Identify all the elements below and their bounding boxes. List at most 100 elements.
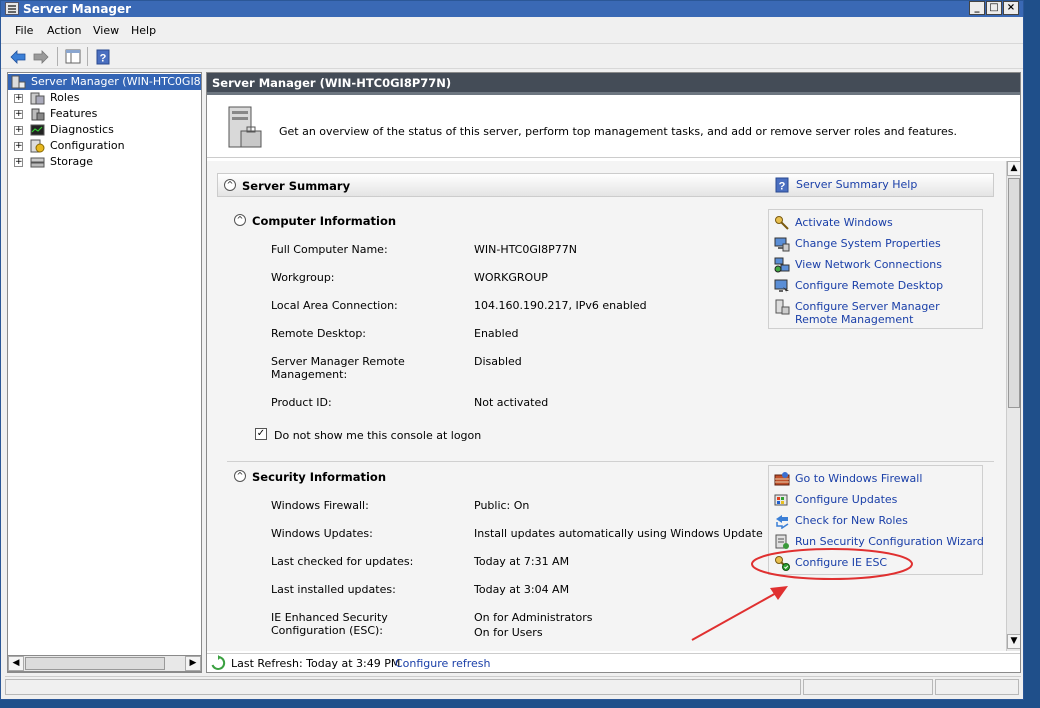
status-pane <box>5 679 801 695</box>
tree-horizontal-scrollbar[interactable]: ◀ ▶ <box>7 655 202 672</box>
prop-value: WIN-HTC0GI8P77N <box>474 243 577 256</box>
roles-icon <box>30 91 45 105</box>
panel-header: Server Manager (WIN-HTC0GI8P77N) <box>207 73 1020 95</box>
main-panel: Server Manager (WIN-HTC0GI8P77N) Get an … <box>206 72 1021 673</box>
computer-information-section: ^ Computer Information Full Computer Nam… <box>227 209 994 459</box>
server-manager-icon <box>774 299 790 315</box>
server-summary-title: Server Summary <box>242 179 351 193</box>
prop-value: On for Administrators <box>474 611 593 624</box>
prop-label: Product ID: <box>271 396 332 409</box>
status-bar <box>5 676 1021 696</box>
security-information-tasks: Go to Windows Firewall Configure Updates… <box>768 465 984 575</box>
menu-view[interactable]: View <box>93 24 119 37</box>
do-not-show-checkbox[interactable]: ✓ <box>255 428 267 440</box>
collapse-icon[interactable]: ^ <box>234 214 246 226</box>
server-icon <box>223 105 265 153</box>
tree-item-label: Roles <box>50 91 80 104</box>
close-button[interactable]: × <box>1003 1 1019 15</box>
last-refresh-text: Last Refresh: Today at 3:49 PM <box>231 657 401 670</box>
svg-text:?: ? <box>100 52 107 64</box>
navigation-tree: Server Manager (WIN-HTC0GI8P77 + Roles +… <box>7 72 202 673</box>
tree-item-storage[interactable]: + Storage <box>8 154 201 170</box>
features-icon <box>30 107 45 121</box>
expand-icon[interactable]: + <box>14 126 23 135</box>
scroll-thumb[interactable] <box>25 657 165 670</box>
server-summary-header: ^ Server Summary ? Server Summary Help <box>217 173 994 197</box>
content-area: ^ Server Summary ? Server Summary Help ^… <box>207 161 1007 651</box>
prop-value: Today at 7:31 AM <box>474 555 570 568</box>
status-pane <box>935 679 1019 695</box>
arrows-icon <box>774 513 790 530</box>
show-hide-tree-icon[interactable] <box>64 48 82 65</box>
tree-item-features[interactable]: + Features <box>8 106 201 122</box>
prop-label: Remote Desktop: <box>271 327 367 340</box>
scroll-down-icon[interactable]: ▼ <box>1007 634 1020 649</box>
scroll-up-icon[interactable]: ▲ <box>1007 161 1020 176</box>
prop-value: Public: On <box>474 499 530 512</box>
computer-icon <box>774 236 790 252</box>
prop-value: WORKGROUP <box>474 271 548 284</box>
prop-label: Local Area Connection: <box>271 299 398 312</box>
expand-icon[interactable]: + <box>14 158 23 167</box>
tree-root-server-manager[interactable]: Server Manager (WIN-HTC0GI8P77 <box>8 74 201 90</box>
prop-value: Not activated <box>474 396 549 409</box>
intro-banner: Get an overview of the status of this se… <box>207 98 1020 158</box>
tree-item-label: Configuration <box>50 139 125 152</box>
prop-value: 104.160.190.217, IPv6 enabled <box>474 299 647 312</box>
intro-text: Get an overview of the status of this se… <box>279 125 958 138</box>
forward-arrow-icon[interactable] <box>32 48 50 65</box>
refresh-footer: Last Refresh: Today at 3:49 PM Configure… <box>207 653 1020 672</box>
scroll-left-icon[interactable]: ◀ <box>8 656 24 671</box>
prop-label: Server Manager Remote Management: <box>271 355 405 381</box>
tree-item-roles[interactable]: + Roles <box>8 90 201 106</box>
tree-item-diagnostics[interactable]: + Diagnostics <box>8 122 201 138</box>
content-vertical-scrollbar[interactable]: ▲ ▼ <box>1006 161 1020 651</box>
diagnostics-icon <box>30 123 45 137</box>
collapse-icon[interactable]: ^ <box>234 470 246 482</box>
section-divider <box>227 461 994 462</box>
computer-information-tasks: Activate Windows Change System Propertie… <box>768 209 983 329</box>
menu-file[interactable]: File <box>15 24 33 37</box>
maximize-button[interactable]: □ <box>986 1 1002 15</box>
prop-label: Last installed updates: <box>271 583 396 596</box>
do-not-show-label: Do not show me this console at logon <box>274 429 482 442</box>
remote-desktop-icon <box>774 278 790 294</box>
tree-item-label: Features <box>50 107 98 120</box>
prop-label: Last checked for updates: <box>271 555 414 568</box>
tree-root-label: Server Manager (WIN-HTC0GI8P77 <box>31 75 201 88</box>
toolbar: ? <box>1 43 1023 69</box>
scroll-thumb[interactable] <box>1008 178 1020 408</box>
menu-action[interactable]: Action <box>47 24 81 37</box>
storage-icon <box>30 155 45 169</box>
back-arrow-icon[interactable] <box>9 48 27 65</box>
server-manager-app-icon <box>5 2 19 15</box>
menu-help[interactable]: Help <box>131 24 156 37</box>
expand-icon[interactable]: + <box>14 142 23 151</box>
security-information-section: ^ Security Information Windows Firewall:… <box>227 465 994 651</box>
toolbar-separator <box>87 47 88 66</box>
prop-value: Today at 3:04 AM <box>474 583 570 596</box>
configuration-icon <box>30 139 45 153</box>
security-information-title: Security Information <box>252 470 387 484</box>
server-manager-icon <box>11 75 26 89</box>
prop-label: Full Computer Name: <box>271 243 388 256</box>
expand-icon[interactable]: + <box>14 110 23 119</box>
help-icon[interactable]: ? <box>94 48 112 65</box>
tree-item-configuration[interactable]: + Configuration <box>8 138 201 154</box>
expand-icon[interactable]: + <box>14 94 23 103</box>
configure-refresh-link[interactable]: Configure refresh <box>395 657 490 670</box>
status-pane <box>803 679 933 695</box>
ie-esc-icon <box>774 555 790 571</box>
prop-value: Install updates automatically using Wind… <box>474 527 763 540</box>
help-icon: ? <box>775 177 791 193</box>
prop-value: Enabled <box>474 327 519 340</box>
security-wizard-icon <box>774 534 790 550</box>
collapse-icon[interactable]: ^ <box>224 179 236 191</box>
firewall-icon <box>774 471 790 487</box>
minimize-button[interactable]: _ <box>969 1 985 15</box>
prop-label: Windows Firewall: <box>271 499 369 512</box>
server-manager-window: Server Manager _ □ × File Action View He… <box>0 0 1024 700</box>
svg-text:?: ? <box>779 181 786 193</box>
scroll-right-icon[interactable]: ▶ <box>185 656 201 671</box>
tree-item-label: Storage <box>50 155 94 168</box>
